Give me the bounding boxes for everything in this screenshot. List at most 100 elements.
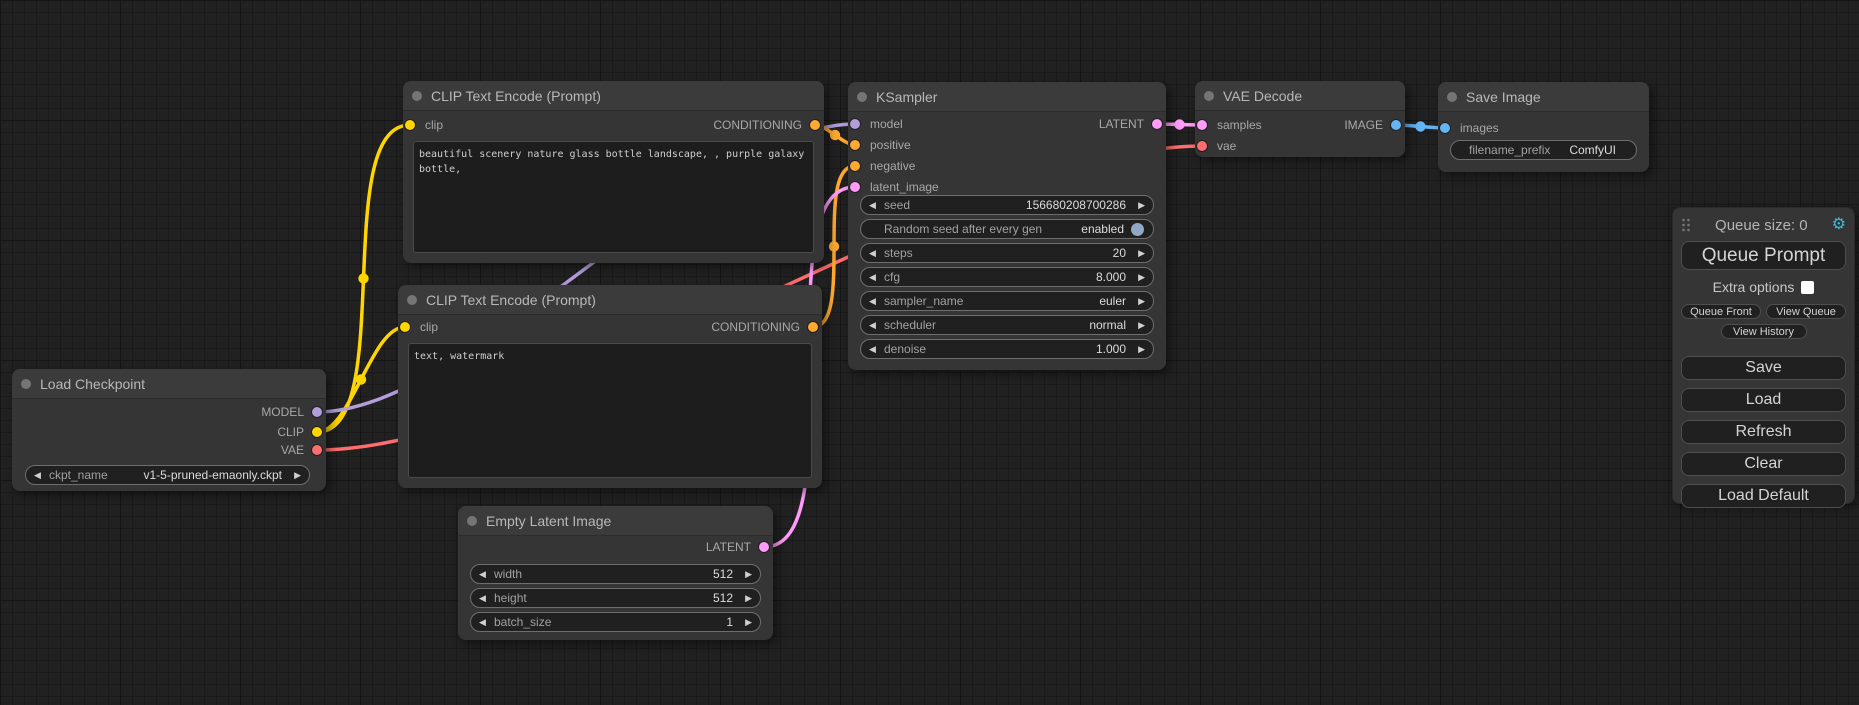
decrement-arrow-icon[interactable]: ◀ [869, 291, 881, 311]
image-out-port[interactable] [1391, 120, 1401, 130]
slot-label: latent_image [870, 180, 939, 194]
node-vae-decode[interactable]: VAE Decode samples vae IMAGE [1195, 81, 1405, 157]
increment-arrow-icon[interactable]: ▶ [1133, 267, 1145, 287]
slot-label: negative [870, 159, 915, 173]
seed-widget[interactable]: ◀ seed 156680208700286 ▶ [860, 195, 1154, 215]
node-title-bar[interactable]: Save Image [1438, 82, 1649, 112]
decrement-arrow-icon[interactable]: ◀ [479, 612, 491, 632]
latent-out-port[interactable] [1152, 119, 1162, 129]
random-seed-toggle[interactable]: Random seed after every gen enabled [860, 219, 1154, 239]
drag-handle-icon[interactable] [1681, 217, 1691, 233]
decrement-arrow-icon[interactable]: ◀ [479, 588, 491, 608]
filename-prefix-widget[interactable]: filename_prefix ComfyUI [1450, 140, 1637, 160]
increment-arrow-icon[interactable]: ▶ [1133, 243, 1145, 263]
node-title-bar[interactable]: Empty Latent Image [458, 506, 773, 536]
steps-widget[interactable]: ◀ steps 20 ▶ [860, 243, 1154, 263]
negative-in-port[interactable] [850, 161, 860, 171]
vae-in-port[interactable] [1197, 141, 1207, 151]
positive-prompt-textarea[interactable]: beautiful scenery nature glass bottle la… [413, 141, 814, 253]
view-history-button[interactable]: View History [1721, 324, 1807, 339]
collapse-dot-icon[interactable] [857, 92, 867, 102]
settings-gear-icon[interactable]: ⚙ [1832, 217, 1846, 233]
decrement-arrow-icon[interactable]: ◀ [869, 195, 881, 215]
slot-label: LATENT [706, 540, 751, 554]
node-save-image[interactable]: Save Image images filename_prefix ComfyU… [1438, 82, 1649, 172]
refresh-button[interactable]: Refresh [1681, 420, 1846, 444]
sampler-name-widget[interactable]: ◀ sampler_name euler ▶ [860, 291, 1154, 311]
decrement-arrow-icon[interactable]: ◀ [479, 564, 491, 584]
collapse-dot-icon[interactable] [407, 295, 417, 305]
decrement-arrow-icon[interactable]: ◀ [34, 465, 46, 485]
node-title: Load Checkpoint [40, 376, 145, 392]
ckpt-name-widget[interactable]: ◀ ckpt_name v1-5-pruned-emaonly.ckpt ▶ [25, 465, 310, 485]
batch-size-widget[interactable]: ◀ batch_size 1 ▶ [470, 612, 761, 632]
node-title: KSampler [876, 89, 937, 105]
decrement-arrow-icon[interactable]: ◀ [869, 339, 881, 359]
queue-front-button[interactable]: Queue Front [1681, 304, 1761, 319]
node-load-checkpoint[interactable]: Load Checkpoint MODEL CLIP VAE ◀ ckpt_na… [12, 369, 326, 491]
slot-label: CONDITIONING [713, 118, 802, 132]
collapse-dot-icon[interactable] [412, 91, 422, 101]
node-clip-text-encode-negative[interactable]: CLIP Text Encode (Prompt) clip CONDITION… [398, 285, 822, 488]
vae-out-port[interactable] [312, 445, 322, 455]
increment-arrow-icon[interactable]: ▶ [1133, 195, 1145, 215]
collapse-dot-icon[interactable] [467, 516, 477, 526]
decrement-arrow-icon[interactable]: ◀ [869, 315, 881, 335]
node-title-bar[interactable]: VAE Decode [1195, 81, 1405, 111]
slot-label: model [870, 117, 903, 131]
latent-out-port[interactable] [759, 542, 769, 552]
slot-label: MODEL [261, 405, 304, 419]
node-title: Save Image [1466, 89, 1541, 105]
node-ksampler[interactable]: KSampler model positive negative latent_… [848, 82, 1166, 370]
collapse-dot-icon[interactable] [21, 379, 31, 389]
widget-label: ckpt_name [49, 468, 108, 482]
increment-arrow-icon[interactable]: ▶ [740, 588, 752, 608]
clip-out-port[interactable] [312, 427, 322, 437]
view-queue-button[interactable]: View Queue [1766, 304, 1846, 319]
increment-arrow-icon[interactable]: ▶ [740, 612, 752, 632]
load-button[interactable]: Load [1681, 388, 1846, 412]
increment-arrow-icon[interactable]: ▶ [1133, 339, 1145, 359]
scheduler-widget[interactable]: ◀ scheduler normal ▶ [860, 315, 1154, 335]
height-widget[interactable]: ◀ height 512 ▶ [470, 588, 761, 608]
node-title-bar[interactable]: CLIP Text Encode (Prompt) [403, 81, 824, 111]
collapse-dot-icon[interactable] [1204, 91, 1214, 101]
slot-label: clip [420, 320, 438, 334]
collapse-dot-icon[interactable] [1447, 92, 1457, 102]
increment-arrow-icon[interactable]: ▶ [1133, 291, 1145, 311]
model-in-port[interactable] [850, 119, 860, 129]
increment-arrow-icon[interactable]: ▶ [740, 564, 752, 584]
latent-image-in-port[interactable] [850, 182, 860, 192]
node-title-bar[interactable]: KSampler [848, 82, 1166, 112]
clip-in-port[interactable] [400, 322, 410, 332]
node-title-bar[interactable]: CLIP Text Encode (Prompt) [398, 285, 822, 315]
increment-arrow-icon[interactable]: ▶ [289, 465, 301, 485]
model-out-port[interactable] [312, 407, 322, 417]
decrement-arrow-icon[interactable]: ◀ [869, 243, 881, 263]
node-title-bar[interactable]: Load Checkpoint [12, 369, 326, 399]
negative-prompt-textarea[interactable]: text, watermark [408, 343, 812, 478]
width-widget[interactable]: ◀ width 512 ▶ [470, 564, 761, 584]
conditioning-out-port[interactable] [810, 120, 820, 130]
conditioning-out-port[interactable] [808, 322, 818, 332]
extra-options-checkbox[interactable] [1801, 281, 1814, 294]
load-default-button[interactable]: Load Default [1681, 484, 1846, 508]
slot-label: IMAGE [1344, 118, 1383, 132]
clear-button[interactable]: Clear [1681, 452, 1846, 476]
images-in-port[interactable] [1440, 123, 1450, 133]
node-empty-latent-image[interactable]: Empty Latent Image LATENT ◀ width 512 ▶ … [458, 506, 773, 640]
increment-arrow-icon[interactable]: ▶ [1133, 315, 1145, 335]
toggle-on-icon[interactable] [1131, 223, 1144, 236]
save-button[interactable]: Save [1681, 356, 1846, 380]
denoise-widget[interactable]: ◀ denoise 1.000 ▶ [860, 339, 1154, 359]
samples-in-port[interactable] [1197, 120, 1207, 130]
node-title: CLIP Text Encode (Prompt) [431, 88, 601, 104]
queue-prompt-button[interactable]: Queue Prompt [1681, 241, 1846, 270]
queue-panel: Queue size: 0 ⚙ Queue Prompt Extra optio… [1672, 207, 1855, 504]
clip-in-port[interactable] [405, 120, 415, 130]
node-clip-text-encode-positive[interactable]: CLIP Text Encode (Prompt) clip CONDITION… [403, 81, 824, 263]
decrement-arrow-icon[interactable]: ◀ [869, 267, 881, 287]
node-graph-canvas[interactable]: Load Checkpoint MODEL CLIP VAE ◀ ckpt_na… [0, 0, 1859, 705]
cfg-widget[interactable]: ◀ cfg 8.000 ▶ [860, 267, 1154, 287]
positive-in-port[interactable] [850, 140, 860, 150]
